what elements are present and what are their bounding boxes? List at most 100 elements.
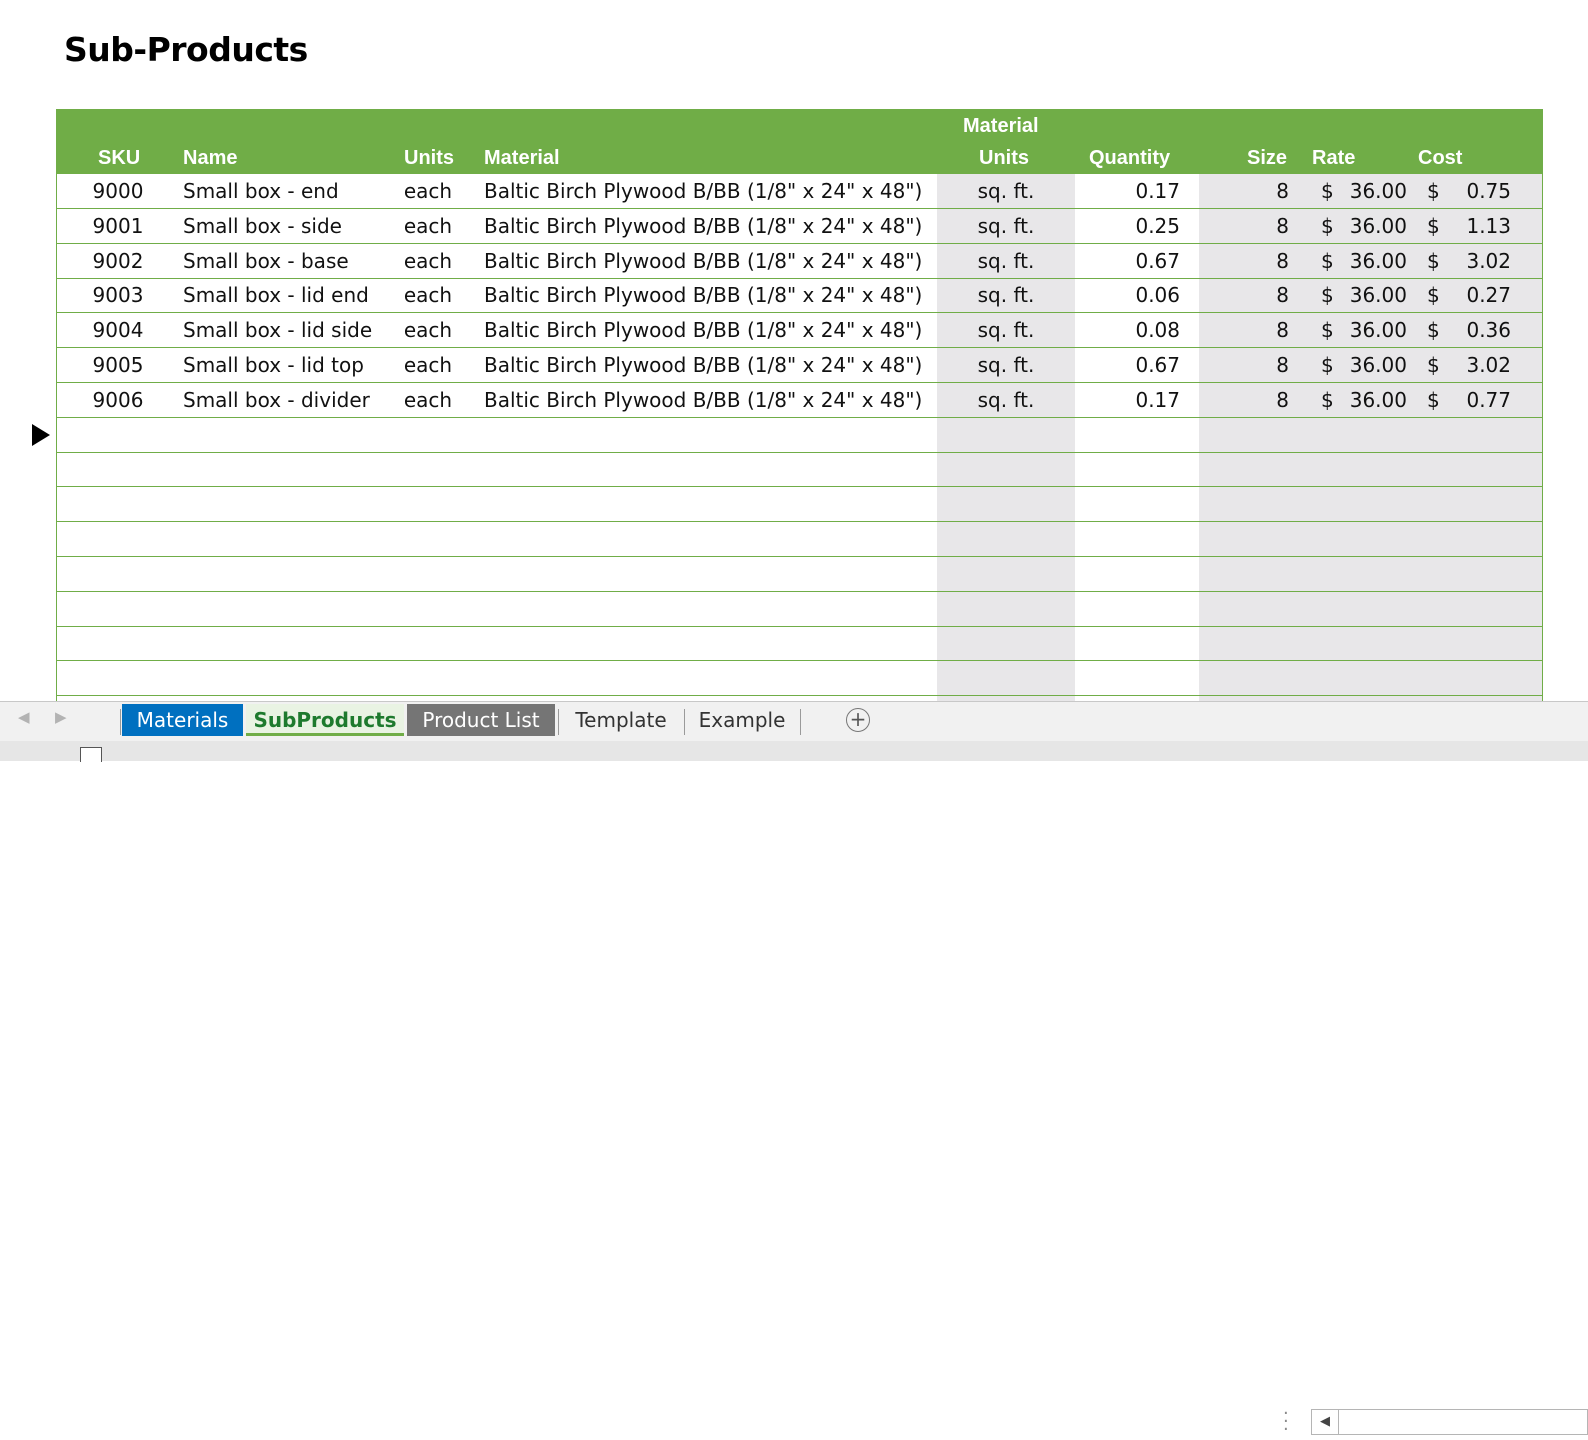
cell-sku[interactable]: 9006	[57, 383, 179, 417]
cell-rate[interactable]: 36.00	[1337, 174, 1407, 208]
cell-rate-symbol[interactable]: $	[1321, 278, 1337, 312]
tab-materials[interactable]: Materials	[122, 704, 243, 736]
cell-units[interactable]: each	[397, 209, 459, 243]
cell-cost[interactable]: 0.75	[1443, 174, 1511, 208]
cell-rate-symbol[interactable]: $	[1321, 244, 1337, 278]
table-row[interactable]: 9005 Small box - lid top each Baltic Birch …	[57, 348, 1542, 383]
table-row[interactable]: 9003 Small box - lid end each Baltic Birch …	[57, 278, 1542, 314]
cell-material-units[interactable]: sq. ft.	[937, 278, 1075, 312]
cell-name[interactable]: Small box - lid end	[183, 278, 398, 312]
empty-row[interactable]	[57, 557, 1542, 592]
cell-rate-symbol[interactable]: $	[1321, 174, 1337, 208]
header-rate[interactable]: Rate	[1312, 147, 1355, 170]
cell-units[interactable]: each	[397, 174, 459, 208]
cell-units[interactable]: each	[397, 383, 459, 417]
cell-cost[interactable]: 1.13	[1443, 209, 1511, 243]
cell-cost[interactable]: 3.02	[1443, 348, 1511, 382]
horizontal-scrollbar[interactable]: ◀	[1311, 1409, 1588, 1435]
cell-rate[interactable]: 36.00	[1337, 244, 1407, 278]
cell-size[interactable]: 8	[1199, 174, 1289, 208]
cell-units[interactable]: each	[397, 313, 459, 347]
header-quantity[interactable]: Quantity	[1089, 147, 1170, 170]
cell-cost-symbol[interactable]: $	[1427, 209, 1443, 243]
cell-cost[interactable]: 0.77	[1443, 383, 1511, 417]
cell-rate-symbol[interactable]: $	[1321, 348, 1337, 382]
cell-material-units[interactable]: sq. ft.	[937, 174, 1075, 208]
cell-units[interactable]: each	[397, 278, 459, 312]
cell-material[interactable]: Baltic Birch Plywood B/BB (1/8" x 24" x …	[484, 348, 934, 382]
empty-row[interactable]	[57, 661, 1542, 697]
cell-size[interactable]: 8	[1199, 313, 1289, 347]
cell-material-units[interactable]: sq. ft.	[937, 244, 1075, 278]
cell-name[interactable]: Small box - divider	[183, 383, 398, 417]
tab-template[interactable]: Template	[562, 704, 680, 736]
cell-quantity[interactable]: 0.17	[1075, 174, 1180, 208]
tab-example[interactable]: Example	[688, 704, 796, 736]
cell-quantity[interactable]: 0.17	[1075, 383, 1180, 417]
table-row[interactable]: 9002 Small box - base each Baltic Birch Ply…	[57, 244, 1542, 279]
cell-cost[interactable]: 3.02	[1443, 244, 1511, 278]
cell-rate-symbol[interactable]: $	[1321, 209, 1337, 243]
cell-size[interactable]: 8	[1199, 383, 1289, 417]
cell-rate[interactable]: 36.00	[1337, 278, 1407, 312]
cell-name[interactable]: Small box - end	[183, 174, 398, 208]
empty-row[interactable]	[57, 418, 1542, 453]
empty-row[interactable]	[57, 592, 1542, 627]
plus-circle-icon[interactable]: +	[846, 708, 870, 732]
cell-quantity[interactable]: 0.67	[1075, 244, 1180, 278]
table-row[interactable]: 9000 Small box - end each Baltic Birch Plyw…	[57, 174, 1542, 209]
header-material-units-line1[interactable]: Material	[963, 115, 1039, 138]
cell-size[interactable]: 8	[1199, 278, 1289, 312]
header-units[interactable]: Units	[404, 147, 454, 170]
cell-material[interactable]: Baltic Birch Plywood B/BB (1/8" x 24" x …	[484, 313, 934, 347]
chevron-left-icon[interactable]: ◀	[1312, 1410, 1339, 1434]
cell-sku[interactable]: 9005	[57, 348, 179, 382]
cell-cost-symbol[interactable]: $	[1427, 383, 1443, 417]
cell-quantity[interactable]: 0.08	[1075, 313, 1180, 347]
cell-rate[interactable]: 36.00	[1337, 209, 1407, 243]
empty-row[interactable]	[57, 487, 1542, 523]
cell-cost[interactable]: 0.27	[1443, 278, 1511, 312]
cell-rate[interactable]: 36.00	[1337, 313, 1407, 347]
empty-row[interactable]	[57, 452, 1542, 488]
cell-material-units[interactable]: sq. ft.	[937, 383, 1075, 417]
header-sku[interactable]: SKU	[98, 147, 140, 170]
cell-quantity[interactable]: 0.06	[1075, 278, 1180, 312]
cell-material[interactable]: Baltic Birch Plywood B/BB (1/8" x 24" x …	[484, 209, 934, 243]
cell-material-units[interactable]: sq. ft.	[937, 313, 1075, 347]
chevron-right-icon[interactable]: ▶	[55, 708, 67, 726]
cell-rate[interactable]: 36.00	[1337, 383, 1407, 417]
cell-material[interactable]: Baltic Birch Plywood B/BB (1/8" x 24" x …	[484, 383, 934, 417]
cell-size[interactable]: 8	[1199, 348, 1289, 382]
header-cost[interactable]: Cost	[1418, 147, 1462, 170]
chevron-left-icon[interactable]: ◀	[18, 708, 30, 726]
cell-name[interactable]: Small box - side	[183, 209, 398, 243]
cell-name[interactable]: Small box - lid top	[183, 348, 398, 382]
cell-material-units[interactable]: sq. ft.	[937, 348, 1075, 382]
cell-quantity[interactable]: 0.25	[1075, 209, 1180, 243]
tab-subproducts[interactable]: SubProducts	[246, 704, 404, 736]
cell-material[interactable]: Baltic Birch Plywood B/BB (1/8" x 24" x …	[484, 244, 934, 278]
cell-size[interactable]: 8	[1199, 209, 1289, 243]
cell-sku[interactable]: 9001	[57, 209, 179, 243]
cell-cost-symbol[interactable]: $	[1427, 174, 1443, 208]
cell-name[interactable]: Small box - base	[183, 244, 398, 278]
more-options-icon[interactable]: · · ·	[1283, 1405, 1289, 1439]
cell-sku[interactable]: 9000	[57, 174, 179, 208]
header-name[interactable]: Name	[183, 147, 237, 170]
cell-cost[interactable]: 0.36	[1443, 313, 1511, 347]
cell-material[interactable]: Baltic Birch Plywood B/BB (1/8" x 24" x …	[484, 278, 934, 312]
cell-cost-symbol[interactable]: $	[1427, 244, 1443, 278]
header-material-units-line2[interactable]: Units	[979, 147, 1029, 170]
cell-quantity[interactable]: 0.67	[1075, 348, 1180, 382]
table-row[interactable]: 9006 Small box - divider each Baltic Birch …	[57, 383, 1542, 418]
empty-row[interactable]	[57, 522, 1542, 557]
cell-size[interactable]: 8	[1199, 244, 1289, 278]
empty-row[interactable]	[57, 626, 1542, 662]
cell-material-units[interactable]: sq. ft.	[937, 209, 1075, 243]
cell-units[interactable]: each	[397, 244, 459, 278]
header-material[interactable]: Material	[484, 147, 560, 170]
cell-sku[interactable]: 9003	[57, 278, 179, 312]
cell-cost-symbol[interactable]: $	[1427, 348, 1443, 382]
cell-name[interactable]: Small box - lid side	[183, 313, 398, 347]
